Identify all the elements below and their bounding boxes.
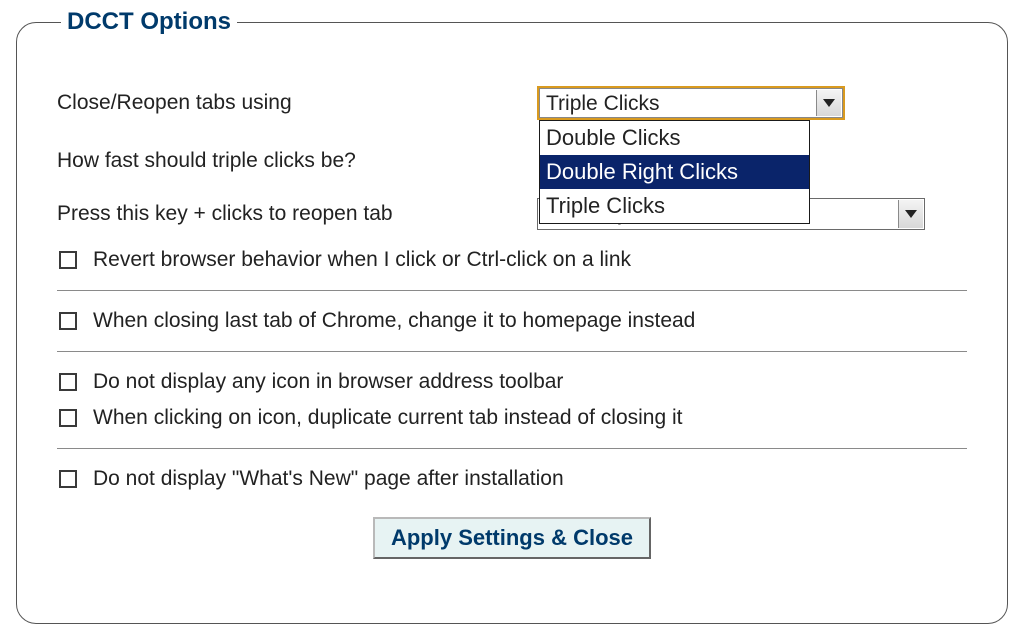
panel-legend: DCCT Options	[61, 8, 237, 36]
separator	[57, 448, 967, 449]
checkbox-revert-behavior-label: Revert browser behavior when I click or …	[93, 248, 631, 272]
chevron-down-icon	[823, 99, 835, 107]
checkbox-homepage-last-tab[interactable]	[59, 312, 77, 330]
checkbox-revert-behavior[interactable]	[59, 251, 77, 269]
separator	[57, 290, 967, 291]
separator	[57, 351, 967, 352]
checkbox-no-icon[interactable]	[59, 373, 77, 391]
method-option-1[interactable]: Double Right Clicks	[540, 155, 809, 189]
checkbox-no-icon-label: Do not display any icon in browser addre…	[93, 370, 563, 394]
label-key-reopen: Press this key + clicks to reopen tab	[57, 202, 537, 226]
method-dropdown-list[interactable]: Double Clicks Double Right Clicks Triple…	[539, 120, 810, 224]
dcct-options-panel: DCCT Options Close/Reopen tabs using Tri…	[16, 8, 1008, 624]
checkbox-no-whats-new-label: Do not display "What's New" page after i…	[93, 467, 564, 491]
label-triple-click-speed: How fast should triple clicks be?	[57, 149, 537, 173]
method-dropdown-value: Triple Clicks	[540, 89, 842, 119]
method-option-2[interactable]: Triple Clicks	[540, 189, 809, 223]
checkbox-duplicate-tab-label: When clicking on icon, duplicate current…	[93, 406, 683, 430]
apply-settings-button[interactable]: Apply Settings & Close	[373, 517, 651, 559]
label-close-reopen: Close/Reopen tabs using	[57, 91, 537, 115]
key-dropdown-button[interactable]	[898, 200, 923, 228]
checkbox-duplicate-tab[interactable]	[59, 409, 77, 427]
checkbox-homepage-last-tab-label: When closing last tab of Chrome, change …	[93, 309, 695, 333]
checkbox-no-whats-new[interactable]	[59, 470, 77, 488]
method-dropdown-button[interactable]	[816, 90, 841, 116]
method-option-0[interactable]: Double Clicks	[540, 121, 809, 155]
method-dropdown[interactable]: Triple Clicks Double Clicks Double Right…	[537, 86, 845, 120]
chevron-down-icon	[905, 210, 917, 218]
